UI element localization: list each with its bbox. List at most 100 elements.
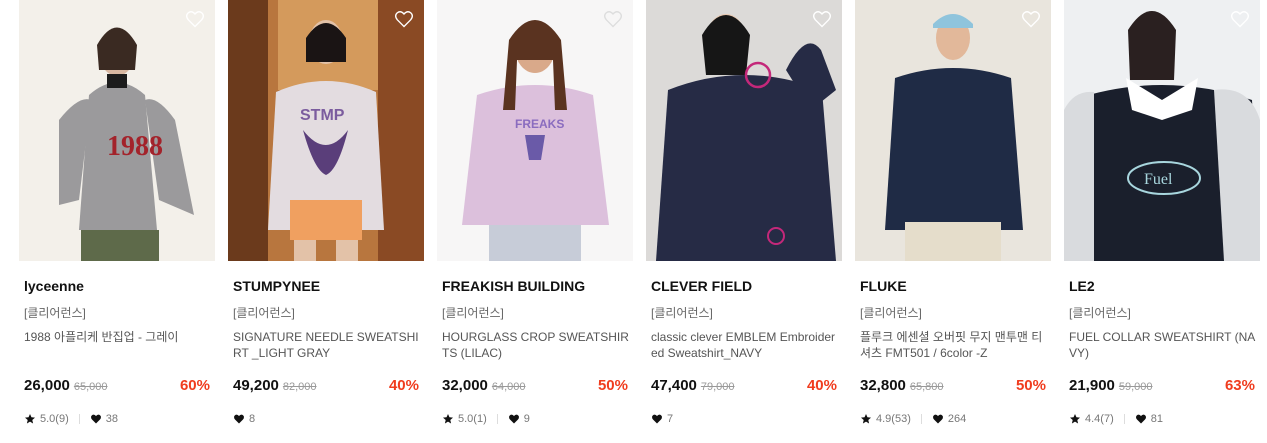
product-image[interactable] — [646, 0, 842, 261]
product-card[interactable]: Fuel LE2 [클리어런스] FUEL COLLAR SWEATSHIRT … — [1064, 0, 1260, 425]
like-count: 8 — [249, 413, 256, 425]
discount-rate: 60% — [179, 377, 210, 394]
heart-filled-icon — [652, 414, 662, 424]
like-count: 9 — [523, 413, 530, 425]
discount-rate: 40% — [388, 377, 419, 394]
product-image[interactable]: STMP — [228, 0, 424, 261]
sale-price: 26,000 — [24, 377, 70, 394]
divider — [78, 414, 80, 424]
wishlist-heart-icon[interactable] — [185, 9, 205, 29]
product-image[interactable]: 1988 — [19, 0, 215, 261]
like-count: 7 — [667, 413, 674, 425]
sale-price: 49,200 — [233, 377, 279, 394]
clearance-tag: [클리어런스] — [860, 306, 922, 320]
wishlist-heart-icon[interactable] — [1230, 9, 1250, 29]
rating-value: 5.0(1) — [458, 413, 487, 425]
discount-rate: 50% — [1015, 377, 1046, 394]
rating-value: 4.4(7) — [1085, 413, 1114, 425]
rating-value: 5.0(9) — [40, 413, 69, 425]
sale-price: 21,900 — [1069, 377, 1115, 394]
discount-rate: 50% — [597, 377, 628, 394]
svg-text:FREAKS: FREAKS — [515, 117, 564, 131]
clearance-tag: [클리어런스] — [24, 306, 86, 320]
original-price: 65,000 — [73, 381, 108, 393]
divider — [496, 414, 498, 424]
original-price: 82,000 — [282, 381, 317, 393]
product-card[interactable]: CLEVER FIELD [클리어런스] classic clever EMBL… — [646, 0, 842, 425]
review-meta: 7 — [651, 411, 673, 427]
product-photo: Fuel — [1064, 0, 1260, 261]
star-icon — [25, 414, 35, 424]
review-meta: 5.0(9) 38 — [24, 411, 118, 427]
divider — [920, 414, 922, 424]
discount-rate: 40% — [806, 377, 837, 394]
price-row: 32,000 64,000 50% — [442, 377, 628, 397]
heart-filled-icon — [234, 414, 244, 424]
product-image[interactable] — [855, 0, 1051, 261]
review-meta: 5.0(1) 9 — [442, 411, 530, 427]
heart-filled-icon — [90, 414, 101, 424]
product-name[interactable]: 1988 아플리케 반집업 - 그레이 — [24, 329, 214, 361]
sale-price: 32,000 — [442, 377, 488, 394]
product-photo: 1988 — [19, 0, 215, 261]
svg-text:STMP: STMP — [300, 107, 345, 124]
star-icon — [1070, 414, 1080, 424]
price-row: 47,400 79,000 40% — [651, 377, 837, 397]
price-row: 21,900 59,000 63% — [1069, 377, 1255, 397]
product-name[interactable]: 플루크 에센셜 오버핏 무지 맨투맨 티셔츠 FMT501 / 6color -… — [860, 329, 1050, 361]
sale-price: 47,400 — [651, 377, 697, 394]
sale-price: 32,800 — [860, 377, 906, 394]
product-name[interactable]: HOURGLASS CROP SWEATSHIRTS (LILAC) — [442, 329, 632, 361]
product-card[interactable]: 1988 lyceenne [클리어런스] 1988 아플리케 반집업 - 그레… — [19, 0, 215, 425]
product-grid: 1988 lyceenne [클리어런스] 1988 아플리케 반집업 - 그레… — [0, 0, 1267, 443]
brand-name[interactable]: LE2 — [1069, 278, 1260, 294]
original-price: 79,000 — [700, 381, 735, 393]
like-count: 264 — [947, 413, 967, 425]
brand-name[interactable]: CLEVER FIELD — [651, 278, 842, 294]
divider — [1123, 414, 1125, 424]
wishlist-heart-icon[interactable] — [394, 9, 414, 29]
heart-filled-icon — [932, 414, 943, 424]
wishlist-heart-icon[interactable] — [812, 9, 832, 29]
clearance-tag: [클리어런스] — [233, 306, 295, 320]
product-card[interactable]: STMP STUMPYNEE [클리어런스] SIGNATURE NEEDLE … — [228, 0, 424, 425]
product-name[interactable]: classic clever EMBLEM Embroidered Sweats… — [651, 329, 841, 361]
brand-name[interactable]: FLUKE — [860, 278, 1051, 294]
product-card[interactable]: FLUKE [클리어런스] 플루크 에센셜 오버핏 무지 맨투맨 티셔츠 FMT… — [855, 0, 1051, 425]
like-count: 38 — [105, 413, 118, 425]
price-row: 49,200 82,000 40% — [233, 377, 419, 397]
brand-name[interactable]: STUMPYNEE — [233, 278, 424, 294]
svg-text:1988: 1988 — [107, 131, 163, 162]
review-meta: 4.9(53) 264 — [860, 411, 966, 427]
clearance-tag: [클리어런스] — [651, 306, 713, 320]
original-price: 65,800 — [909, 381, 944, 393]
review-meta: 8 — [233, 411, 255, 427]
product-photo — [646, 0, 842, 261]
wishlist-heart-icon[interactable] — [1021, 9, 1041, 29]
brand-name[interactable]: lyceenne — [24, 278, 215, 294]
svg-text:Fuel: Fuel — [1144, 171, 1173, 188]
price-row: 26,000 65,000 60% — [24, 377, 210, 397]
star-icon — [861, 414, 871, 424]
star-icon — [443, 414, 453, 424]
product-photo: STMP — [228, 0, 424, 261]
rating-value: 4.9(53) — [876, 413, 911, 425]
brand-name[interactable]: FREAKISH BUILDING — [442, 278, 633, 294]
product-image[interactable]: Fuel — [1064, 0, 1260, 261]
wishlist-heart-icon[interactable] — [603, 9, 623, 29]
product-card[interactable]: FREAKS FREAKISH BUILDING [클리어런스] HOURGLA… — [437, 0, 633, 425]
product-name[interactable]: FUEL COLLAR SWEATSHIRT (NAVY) — [1069, 329, 1259, 361]
like-count: 81 — [1150, 413, 1163, 425]
original-price: 59,000 — [1118, 381, 1153, 393]
review-meta: 4.4(7) 81 — [1069, 411, 1163, 427]
product-image[interactable]: FREAKS — [437, 0, 633, 261]
discount-rate: 63% — [1224, 377, 1255, 394]
product-name[interactable]: SIGNATURE NEEDLE SWEATSHIRT _LIGHT GRAY — [233, 329, 423, 361]
price-row: 32,800 65,800 50% — [860, 377, 1046, 397]
heart-filled-icon — [508, 414, 519, 424]
product-photo — [855, 0, 1051, 261]
clearance-tag: [클리어런스] — [442, 306, 504, 320]
heart-filled-icon — [1135, 414, 1146, 424]
product-photo: FREAKS — [437, 0, 633, 261]
clearance-tag: [클리어런스] — [1069, 306, 1131, 320]
